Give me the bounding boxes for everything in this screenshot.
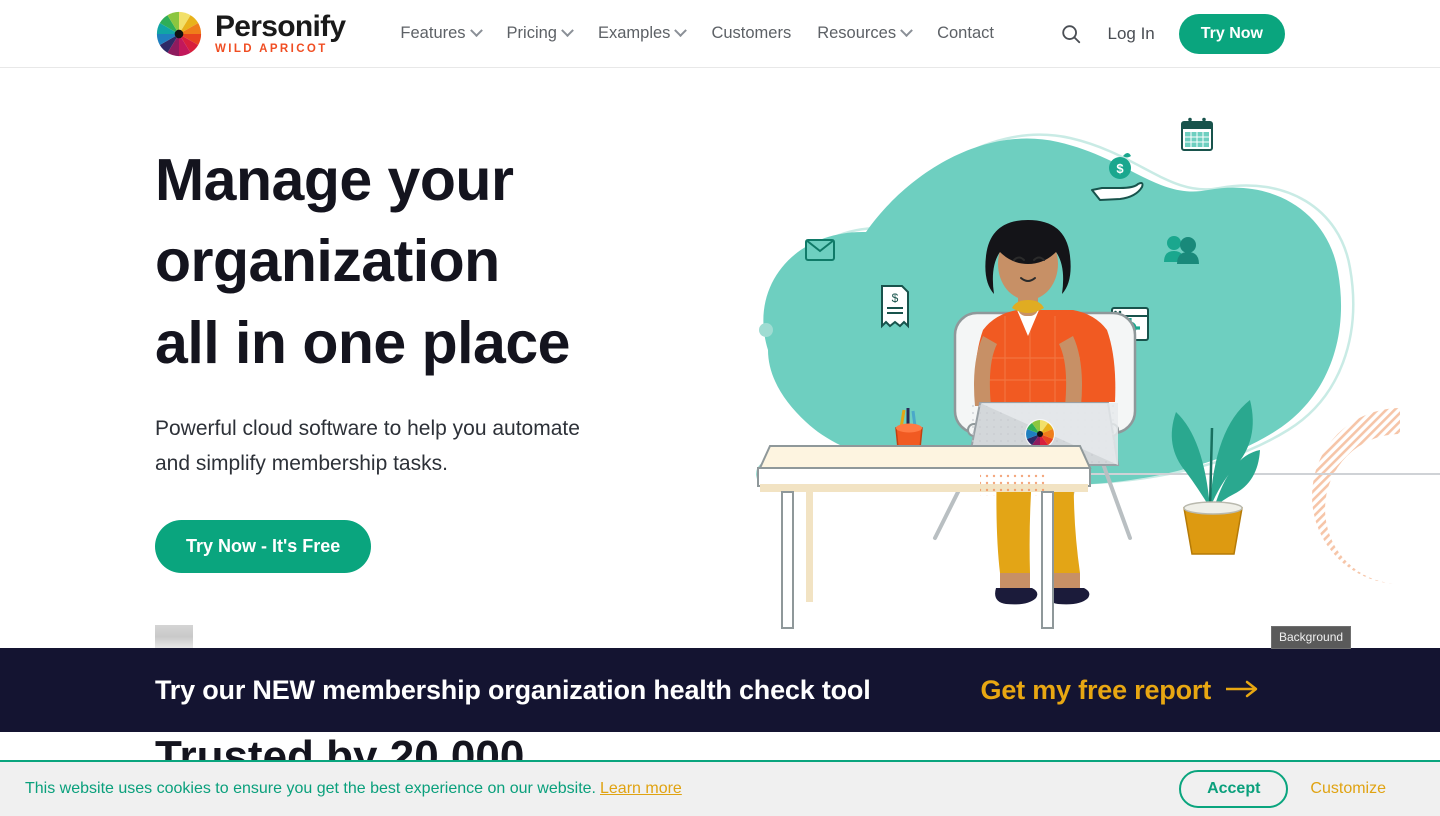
nav-label: Resources bbox=[817, 24, 897, 42]
hero-title-line-2: all in one place bbox=[155, 309, 570, 376]
nav-label: Examples bbox=[597, 24, 671, 42]
brand-name: Personify bbox=[215, 9, 346, 43]
hero-cta-button[interactable]: Try Now - It's Free bbox=[155, 519, 372, 573]
try-now-button[interactable]: Try Now bbox=[1178, 13, 1285, 54]
nav-label: Features bbox=[400, 24, 466, 42]
get-free-report-label: Get my free report bbox=[980, 674, 1212, 705]
nav-item-resources[interactable]: Resources bbox=[804, 18, 924, 49]
nav-item-customers[interactable]: Customers bbox=[698, 18, 804, 49]
arrow-right-icon bbox=[1225, 675, 1259, 706]
hero-section: $ $ Manage your organization all in one … bbox=[0, 68, 1440, 648]
brand-logo[interactable]: Personify WILD APRICOT bbox=[155, 9, 346, 58]
header-actions: Log In Try Now bbox=[1058, 13, 1285, 54]
login-link[interactable]: Log In bbox=[1108, 24, 1155, 44]
nav-item-pricing[interactable]: Pricing bbox=[494, 18, 585, 49]
cookie-actions: Accept Customize bbox=[1179, 770, 1386, 808]
main-navigation: Features Pricing Examples Customers Reso… bbox=[387, 18, 1007, 49]
cookie-message: This website uses cookies to ensure you … bbox=[25, 780, 682, 798]
svg-text:$: $ bbox=[1116, 161, 1124, 176]
pinwheel-logo-icon bbox=[155, 10, 203, 58]
nav-label: Customers bbox=[711, 24, 792, 42]
cookie-message-text: This website uses cookies to ensure you … bbox=[25, 780, 596, 797]
cookie-consent-bar: This website uses cookies to ensure you … bbox=[0, 760, 1440, 816]
nav-label: Pricing bbox=[506, 24, 557, 42]
promo-banner: Try our NEW membership organization heal… bbox=[0, 648, 1440, 732]
hero-subtitle-line-2: and simplify membership tasks. bbox=[155, 451, 448, 475]
chevron-down-icon bbox=[561, 24, 574, 38]
hero-subtitle: Powerful cloud software to help you auto… bbox=[155, 412, 655, 481]
accept-cookies-button[interactable]: Accept bbox=[1179, 770, 1289, 808]
hero-subtitle-line-1: Powerful cloud software to help you auto… bbox=[155, 417, 580, 441]
chevron-down-icon bbox=[469, 24, 483, 38]
nav-label: Contact bbox=[937, 24, 994, 42]
chevron-down-icon bbox=[900, 24, 913, 38]
nav-item-features[interactable]: Features bbox=[387, 18, 493, 49]
page-title: Manage your organization all in one plac… bbox=[155, 140, 855, 384]
promo-banner-text: Try our NEW membership organization heal… bbox=[155, 674, 871, 705]
get-free-report-link[interactable]: Get my free report bbox=[981, 675, 1259, 706]
placeholder-block bbox=[155, 624, 193, 648]
hero-title-line-1: Manage your organization bbox=[155, 147, 514, 295]
site-header: Personify WILD APRICOT Features Pricing … bbox=[0, 0, 1440, 68]
nav-item-examples[interactable]: Examples bbox=[585, 18, 698, 49]
svg-text:$: $ bbox=[892, 291, 899, 305]
brand-subtitle: WILD APRICOT bbox=[215, 42, 328, 55]
customize-cookies-button[interactable]: Customize bbox=[1310, 780, 1386, 798]
cookie-learn-more-link[interactable]: Learn more bbox=[600, 780, 682, 797]
chevron-down-icon bbox=[674, 24, 688, 38]
hero-content: Manage your organization all in one plac… bbox=[155, 140, 855, 648]
search-icon[interactable] bbox=[1058, 21, 1084, 47]
nav-item-contact[interactable]: Contact bbox=[924, 18, 1007, 49]
background-tooltip: Background bbox=[1271, 626, 1352, 649]
